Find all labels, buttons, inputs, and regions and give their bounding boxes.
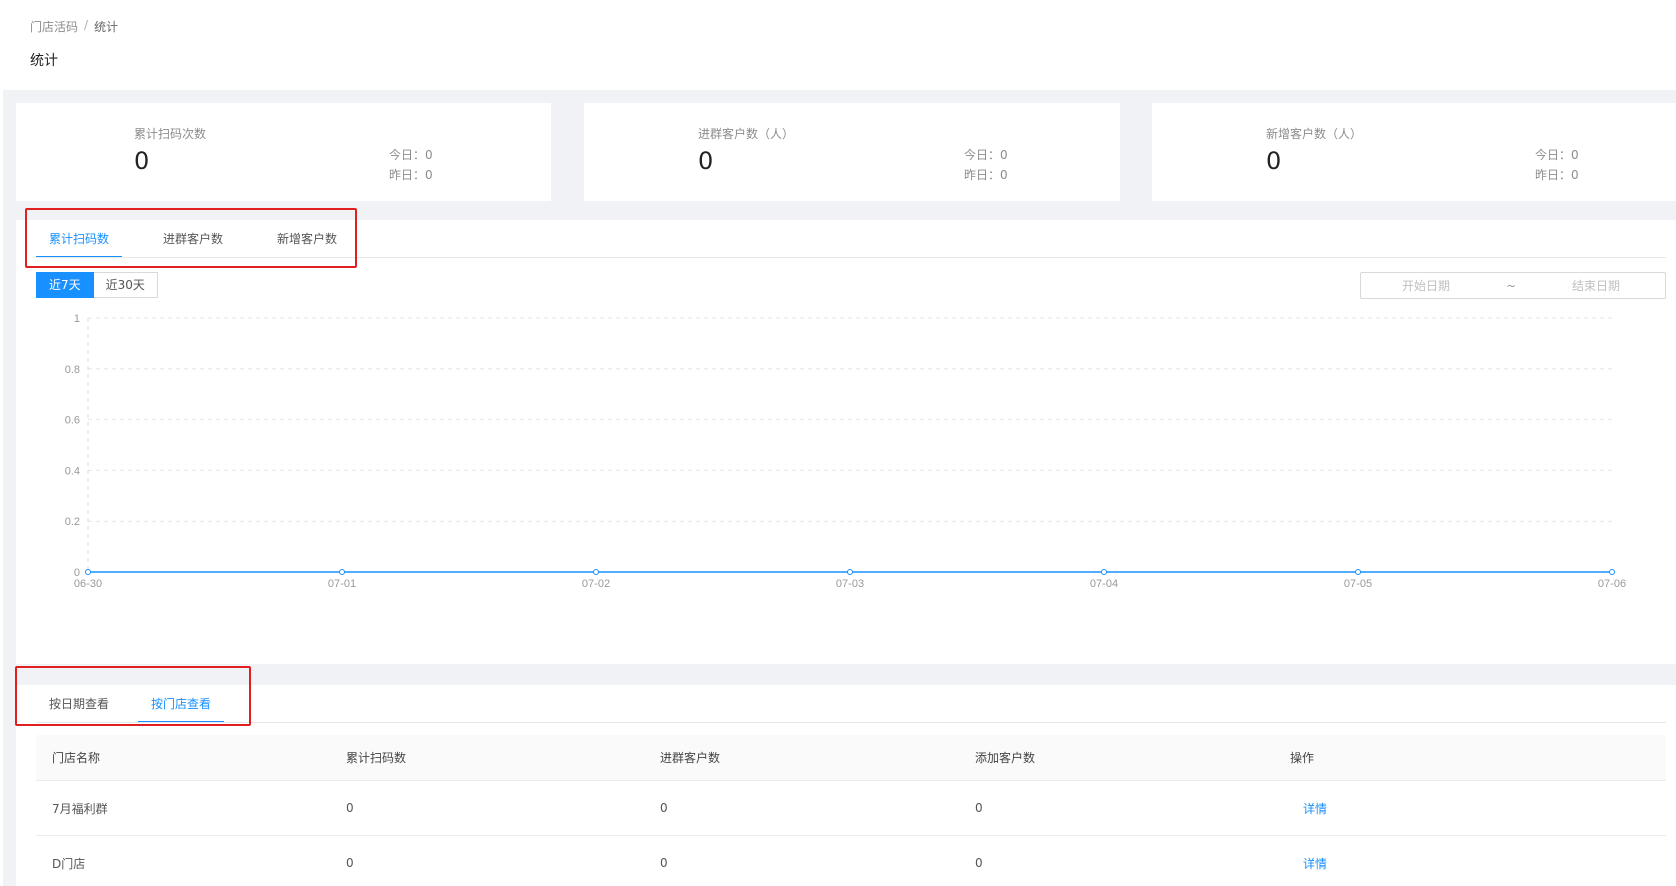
data-point [1101,569,1107,575]
chart-panel: 累计扫码数 进群客户数 新增客户数 近7天 近30天 ~ 00.20.40.60… [16,220,1676,664]
range-button-group: 近7天 近30天 [36,272,158,298]
tabs-divider [36,722,1666,723]
stat-today: 今日：0 [1535,148,1579,162]
page-header: 门店活码 / 统计 统计 [0,0,1676,90]
data-point [339,569,345,575]
table-view-tabs: 按日期查看 按门店查看 [36,685,240,723]
x-tick-label: 07-06 [1598,578,1626,590]
stat-label: 进群客户数（人） [698,127,795,141]
column-header: 进群客户数 [660,751,721,765]
tab-by-store[interactable]: 按门店查看 [138,685,225,723]
stat-card-scans: 累计扫码次数 0 今日：0 昨日：0 [16,103,551,201]
stat-yesterday: 昨日：0 [1535,168,1579,182]
tab-new-customers[interactable]: 新增客户数 [264,220,350,258]
cell-store-name: D门店 [52,856,86,871]
y-tick-label: 1 [74,313,80,325]
cell-scans: 0 [346,856,354,870]
table-panel: 按日期查看 按门店查看 门店名称 累计扫码数 进群客户数 添加客户数 操作 7月… [16,685,1676,886]
tab-group-customers[interactable]: 进群客户数 [150,220,236,258]
table-header: 门店名称 累计扫码数 进群客户数 添加客户数 操作 [36,735,1666,781]
data-point [593,569,599,575]
data-point [847,569,853,575]
breadcrumb-current: 统计 [94,20,119,34]
cell-group-customers: 0 [660,801,668,815]
stat-yesterday: 昨日：0 [964,168,1008,182]
end-date-input[interactable] [1531,278,1661,293]
x-tick-label: 07-01 [328,578,356,590]
column-header: 门店名称 [52,751,101,765]
stat-label: 累计扫码次数 [134,127,207,141]
cell-store-name: 7月福利群 [52,801,108,816]
column-header: 添加客户数 [975,751,1036,765]
x-tick-label: 07-05 [1344,578,1372,590]
stat-label: 新增客户数（人） [1266,127,1363,141]
cell-scans: 0 [346,801,354,815]
column-header: 累计扫码数 [346,751,407,765]
breadcrumb-separator: / [84,18,89,32]
tab-by-date[interactable]: 按日期查看 [36,685,122,723]
x-tick-label: 06-30 [74,578,102,590]
stat-today: 今日：0 [389,148,433,162]
stat-yesterday: 昨日：0 [389,168,433,182]
cell-added-customers: 0 [975,801,983,815]
store-table: 门店名称 累计扫码数 进群客户数 添加客户数 操作 7月福利群 0 0 0 详情… [36,735,1666,886]
range-7-days-button[interactable]: 近7天 [36,272,94,298]
data-point [85,569,91,575]
start-date-input[interactable] [1361,278,1491,293]
cell-added-customers: 0 [975,856,983,870]
column-header: 操作 [1290,751,1315,765]
range-30-days-button[interactable]: 近30天 [93,272,158,298]
table-row: D门店 0 0 0 详情 [36,836,1666,886]
date-range-picker[interactable]: ~ [1360,272,1666,299]
date-range-separator: ~ [1505,278,1517,293]
breadcrumb: 门店活码 / 统计 [30,18,118,35]
page-title: 统计 [30,53,58,69]
data-point [1609,569,1615,575]
stat-value: 0 [1266,147,1282,175]
line-chart: 00.20.40.60.8106-30 07-01 07-02 07-03 07-04 0… [65,313,1626,590]
detail-link[interactable]: 详情 [1303,781,1327,835]
breadcrumb-parent-link[interactable]: 门店活码 [30,18,78,35]
x-tick-label: 07-04 [1090,578,1118,590]
data-point [1355,569,1361,575]
stat-value: 0 [134,147,150,175]
chart-tabs: 累计扫码数 进群客户数 新增客户数 [36,220,378,258]
detail-link[interactable]: 详情 [1303,836,1327,886]
tab-scans[interactable]: 累计扫码数 [36,220,123,258]
x-tick-label: 07-02 [582,578,610,590]
y-tick-label: 0.6 [65,415,80,427]
cell-group-customers: 0 [660,856,668,870]
y-tick-label: 0.2 [65,516,80,528]
stat-card-new-customers: 新增客户数（人） 0 今日：0 昨日：0 [1152,103,1676,201]
stat-card-group-customers: 进群客户数（人） 0 今日：0 昨日：0 [584,103,1120,201]
y-tick-label: 0.8 [65,364,80,376]
x-tick-label: 07-03 [836,578,864,590]
stat-value: 0 [698,147,714,175]
table-row: 7月福利群 0 0 0 详情 [36,781,1666,836]
y-tick-label: 0.4 [65,465,80,477]
stat-today: 今日：0 [964,148,1008,162]
tabs-divider [36,257,1666,258]
